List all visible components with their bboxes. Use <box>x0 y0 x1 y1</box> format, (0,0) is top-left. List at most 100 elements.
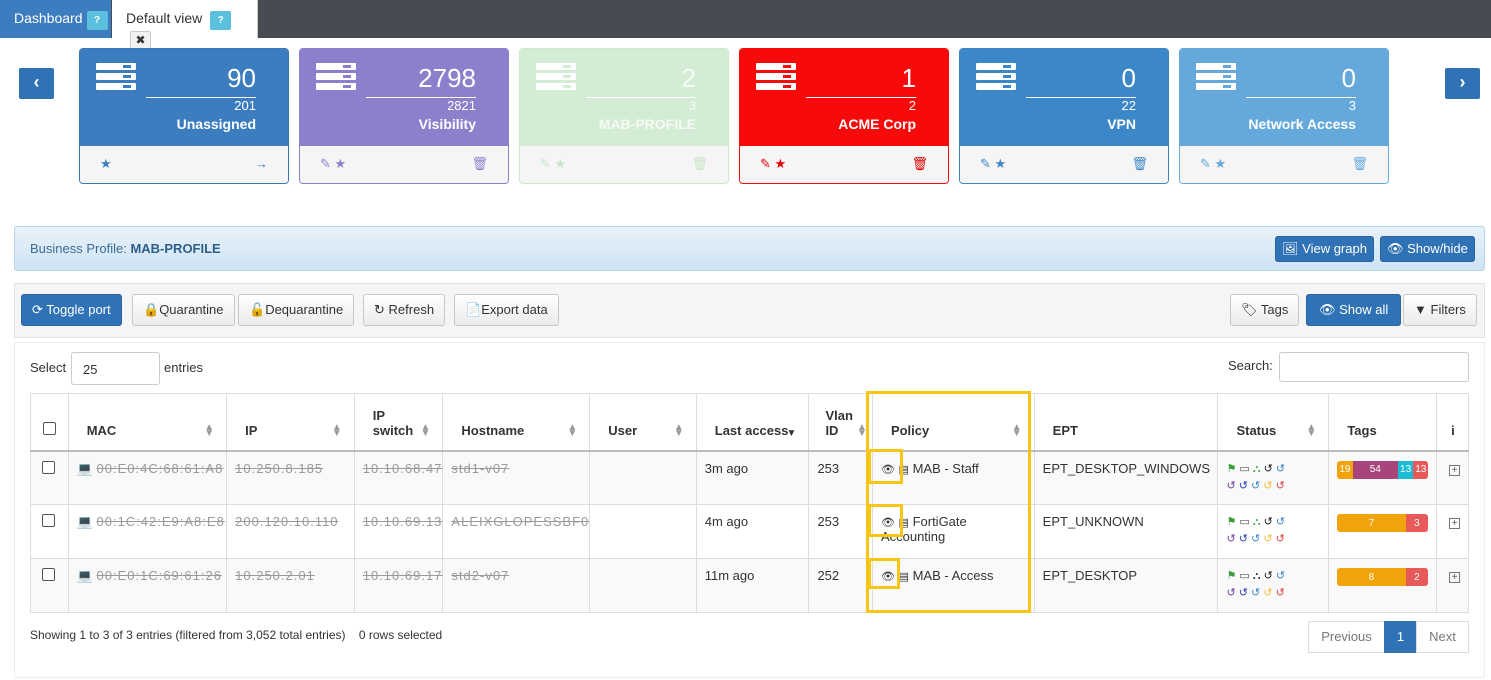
refresh-label: Refresh <box>388 302 435 317</box>
col-last-access[interactable]: Last access ▼ <box>695 393 810 452</box>
col-ip-switch[interactable]: IP switch ▲ ▼ <box>353 393 444 452</box>
profile-card[interactable]: 0 3 Network Access ✎ ★ 🗑 <box>1179 48 1389 184</box>
history-icon: ↺ <box>1226 533 1236 545</box>
table-row[interactable]: 💻 00:1C:42:E9:A8:E8 200.120.10.110 10.10… <box>30 504 1469 559</box>
card-name: MAB-PROFILE <box>598 116 696 132</box>
quarantine-button[interactable]: 🔒Quarantine <box>132 294 235 326</box>
col-hostname[interactable]: Hostname ▲ ▼ <box>442 393 591 452</box>
row-select-cell <box>30 450 69 505</box>
tag-bar[interactable]: 73 <box>1337 514 1429 532</box>
user-cell <box>589 504 697 559</box>
carousel-prev-button[interactable]: ‹ <box>19 68 54 99</box>
card-header: 0 3 Network Access <box>1180 49 1388 146</box>
view-graph-button[interactable]: 🖼 View graph <box>1275 236 1374 262</box>
pencil-icon[interactable]: ✎ <box>320 156 331 171</box>
profile-card[interactable]: 2 3 MAB-PROFILE ✎ ★ 🗑 <box>519 48 729 184</box>
col-ip-switch-label-1: IP <box>372 407 386 423</box>
previous-page-button[interactable]: Previous <box>1308 621 1385 653</box>
star-icon[interactable]: ★ <box>775 156 787 171</box>
star-icon[interactable]: ★ <box>555 156 567 171</box>
search-input[interactable] <box>1279 352 1469 382</box>
trash-icon[interactable]: 🗑 <box>1351 156 1368 171</box>
star-icon[interactable]: ★ <box>1215 156 1227 171</box>
card-name: VPN <box>1107 116 1136 132</box>
next-page-button[interactable]: Next <box>1416 621 1469 653</box>
export-data-button[interactable]: 📄Export data <box>454 294 559 326</box>
tab-dashboard-label: Dashboard <box>14 10 83 26</box>
tag-bar[interactable]: 19 54 13 13 <box>1337 460 1429 479</box>
flag-icon: ⚑ <box>1226 516 1237 528</box>
tab-dashboard[interactable]: Dashboard ? <box>0 0 111 38</box>
pencil-icon[interactable]: ✎ <box>540 156 551 171</box>
card-header: 2 3 MAB-PROFILE <box>520 49 728 146</box>
help-icon[interactable]: ? <box>210 11 232 30</box>
ip-switch-value: 10.10.69.13 <box>362 514 443 529</box>
row-checkbox[interactable] <box>42 568 55 581</box>
col-ept[interactable]: EPT <box>1033 393 1219 452</box>
star-icon[interactable]: ★ <box>335 156 347 171</box>
col-status[interactable]: Status ▲ ▼ <box>1217 393 1330 452</box>
tag-segment: 54 <box>1352 460 1398 479</box>
col-user[interactable]: User ▲ ▼ <box>589 393 697 452</box>
table-row[interactable]: 💻 00:E0:1C:69:61:26 10.250.2.01 10.10.69… <box>30 558 1469 613</box>
history-icon: ↺ <box>1251 533 1261 545</box>
sort-desc-icon: ▼ <box>786 427 797 439</box>
status-icons: ⚑ ▭ ⛬ ↺ ↺ ↺ ↺ ↺ ↺ ↺ <box>1226 461 1328 495</box>
card-total: 22 <box>1121 98 1136 113</box>
mac-cell: 💻 00:1C:42:E9:A8:E8 <box>67 504 228 559</box>
trash-icon[interactable]: 🗑 <box>911 156 928 171</box>
mac-cell: 💻 00:E0:4C:68:61:A8 <box>67 450 228 505</box>
col-vlan-id[interactable]: Vlan ID ▲ ▼ <box>808 393 873 452</box>
col-ip[interactable]: IP ▲ ▼ <box>226 393 355 452</box>
page-size-input[interactable]: 25 <box>71 352 160 385</box>
col-tags-label: Tags <box>1347 422 1377 438</box>
mac-value: 00:E0:1C:69:61:26 <box>96 568 222 583</box>
tag-segment: 8 <box>1337 568 1406 586</box>
expand-icon[interactable]: + <box>1449 518 1461 529</box>
tags-button[interactable]: 🏷 Tags <box>1230 294 1300 326</box>
star-icon[interactable]: ★ <box>100 156 112 171</box>
show-all-button[interactable]: 👁 Show all <box>1306 294 1402 326</box>
profile-card[interactable]: 1 2 ACME Corp ✎ ★ 🗑 <box>739 48 949 184</box>
refresh-button[interactable]: ↻ Refresh <box>363 294 446 326</box>
star-icon[interactable]: ★ <box>995 156 1007 171</box>
tag-bar[interactable]: 82 <box>1337 568 1429 586</box>
arrow-right-icon[interactable]: → <box>255 156 268 171</box>
select-all-checkbox[interactable] <box>43 421 56 435</box>
profile-card[interactable]: 0 22 VPN ✎ ★ 🗑 <box>959 48 1169 184</box>
expand-icon[interactable]: + <box>1449 572 1461 583</box>
col-mac-label: MAC <box>86 422 117 438</box>
history-icon: ↺ <box>1275 570 1286 582</box>
card-count: 2 <box>681 63 696 93</box>
trash-icon[interactable]: 🗑 <box>691 156 708 171</box>
table-row[interactable]: 💻 00:E0:4C:68:61:A8 10.250.8.185 10.10.6… <box>30 450 1469 505</box>
refresh-icon: ⟳ <box>32 302 43 317</box>
history-icon: ↺ <box>1251 479 1261 492</box>
tab-default-view[interactable]: Default view ? ✖ <box>112 0 258 50</box>
expand-icon[interactable]: + <box>1449 464 1461 476</box>
row-checkbox[interactable] <box>42 460 55 474</box>
ip-switch-cell: 10.10.69.13 <box>353 504 444 559</box>
server-icon <box>96 63 136 93</box>
pencil-icon[interactable]: ✎ <box>980 156 991 171</box>
show-all-label: Show all <box>1339 302 1389 317</box>
help-icon[interactable]: ? <box>86 11 108 30</box>
eye-icon: 👁 <box>1319 302 1336 317</box>
pencil-icon[interactable]: ✎ <box>760 156 771 171</box>
row-checkbox[interactable] <box>42 514 55 527</box>
page-1-button[interactable]: 1 <box>1384 621 1417 653</box>
pencil-icon[interactable]: ✎ <box>1200 156 1211 171</box>
profile-card[interactable]: 2798 2821 Visibility ✎ ★ 🗑 <box>299 48 509 184</box>
show-hide-button[interactable]: 👁 Show/hide <box>1380 236 1475 262</box>
toggle-port-button[interactable]: ⟳ Toggle port <box>21 294 122 326</box>
filters-button[interactable]: ▼ Filters <box>1403 294 1477 326</box>
dequarantine-button[interactable]: 🔓Dequarantine <box>238 294 355 326</box>
sort-icon: ▲ ▼ <box>1306 421 1317 439</box>
col-mac[interactable]: MAC ▲ ▼ <box>67 393 228 452</box>
trash-icon[interactable]: 🗑 <box>471 156 488 171</box>
carousel-next-button[interactable]: › <box>1445 68 1480 99</box>
profile-card[interactable]: 90 201 Unassigned ★ → <box>79 48 289 184</box>
trash-icon[interactable]: 🗑 <box>1131 156 1148 171</box>
policy-eye-highlight-3 <box>868 558 900 589</box>
last-access-cell: 3m ago <box>695 450 810 505</box>
